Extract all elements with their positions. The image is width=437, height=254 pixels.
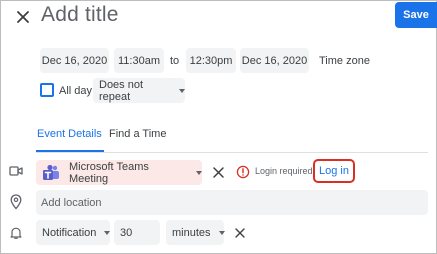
chevron-down-icon xyxy=(104,230,111,235)
notification-unit-value: minutes xyxy=(172,226,211,239)
notification-type-dropdown[interactable]: Notification xyxy=(36,220,111,245)
save-button[interactable]: Save xyxy=(395,2,437,28)
notification-type-value: Notification xyxy=(42,226,97,239)
video-camera-icon xyxy=(9,165,23,177)
all-day-checkbox[interactable] xyxy=(40,83,54,97)
bell-icon xyxy=(10,226,22,240)
remove-conference-icon[interactable] xyxy=(212,166,225,179)
close-icon[interactable] xyxy=(12,6,34,28)
location-pin-icon xyxy=(10,194,22,210)
start-time-field[interactable]: 11:30am xyxy=(114,48,164,73)
start-date-field[interactable]: Dec 16, 2020 xyxy=(40,48,109,73)
event-editor-frame xyxy=(0,0,437,254)
chevron-down-icon xyxy=(179,88,185,93)
repeat-dropdown[interactable]: Does not repeat xyxy=(93,78,185,103)
teams-meeting-label: Microsoft Teams Meeting xyxy=(69,160,149,185)
repeat-value: Does not repeat xyxy=(99,78,144,103)
title-input[interactable]: Add title xyxy=(41,3,119,27)
log-in-button[interactable]: Log in xyxy=(313,159,355,183)
location-input[interactable]: Add location xyxy=(36,190,428,215)
error-icon xyxy=(236,165,250,179)
timezone-button[interactable]: Time zone xyxy=(319,48,370,73)
tabs-divider xyxy=(36,152,428,153)
chevron-down-icon xyxy=(196,170,202,175)
teams-meeting-dropdown[interactable]: Microsoft Teams Meeting xyxy=(36,160,202,185)
end-time-field[interactable]: 12:30pm xyxy=(186,48,236,73)
to-label: to xyxy=(170,54,180,67)
login-required-text: Login required xyxy=(255,166,313,176)
chevron-down-icon xyxy=(218,230,225,235)
tab-event-details[interactable]: Event Details xyxy=(37,128,102,140)
active-tab-indicator xyxy=(36,150,104,152)
microsoft-teams-icon xyxy=(42,164,60,182)
notification-amount-input[interactable]: 30 xyxy=(114,220,160,245)
notification-unit-dropdown[interactable]: minutes xyxy=(166,220,225,245)
remove-notification-icon[interactable] xyxy=(234,227,246,239)
all-day-label: All day xyxy=(59,84,93,97)
end-date-field[interactable]: Dec 16, 2020 xyxy=(240,48,309,73)
tab-find-a-time[interactable]: Find a Time xyxy=(109,128,166,140)
